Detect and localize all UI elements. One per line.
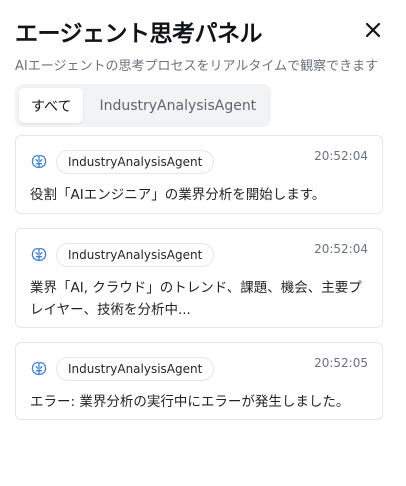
thought-card: IndustryAnalysisAgent 20:52:04 業界「AI, クラ… xyxy=(15,228,383,328)
agent-name-chip: IndustryAnalysisAgent xyxy=(56,357,215,381)
agent-thinking-panel: エージェント思考パネル AIエージェントの思考プロセスをリアルタイムで観察できま… xyxy=(0,0,406,486)
thought-card: IndustryAnalysisAgent 20:52:05 エラー: 業界分析… xyxy=(15,342,383,420)
brain-icon xyxy=(31,361,47,376)
tab-industry-analysis-agent[interactable]: IndustryAnalysisAgent xyxy=(87,88,268,123)
agent-name-chip: IndustryAnalysisAgent xyxy=(56,150,215,174)
brain-icon xyxy=(31,154,47,169)
panel-subtitle: AIエージェントの思考プロセスをリアルタイムで観察できます xyxy=(15,59,379,74)
agent-filter-tabs: すべて IndustryAnalysisAgent xyxy=(15,84,271,127)
timestamp: 20:52:05 xyxy=(314,356,368,370)
timestamp: 20:52:04 xyxy=(314,149,368,163)
agent-name-chip: IndustryAnalysisAgent xyxy=(56,243,215,267)
thought-message: 役割「AIエンジニア」の業界分析を開始します。 xyxy=(30,187,326,203)
panel-title: エージェント思考パネル xyxy=(15,21,263,47)
thought-message: エラー: 業界分析の実行中にエラーが発生しました。 xyxy=(30,394,350,410)
brain-icon xyxy=(31,247,47,262)
thought-card: IndustryAnalysisAgent 20:52:04 役割「AIエンジニ… xyxy=(15,135,383,214)
close-icon[interactable] xyxy=(363,20,383,40)
timestamp: 20:52:04 xyxy=(314,242,368,256)
tab-all[interactable]: すべて xyxy=(19,88,84,123)
thought-message: 業界「AI, クラウド」のトレンド、課題、機会、主要プレイヤー、技術を分析中..… xyxy=(30,280,362,318)
panel-header: エージェント思考パネル AIエージェントの思考プロセスをリアルタイムで観察できま… xyxy=(15,0,383,74)
